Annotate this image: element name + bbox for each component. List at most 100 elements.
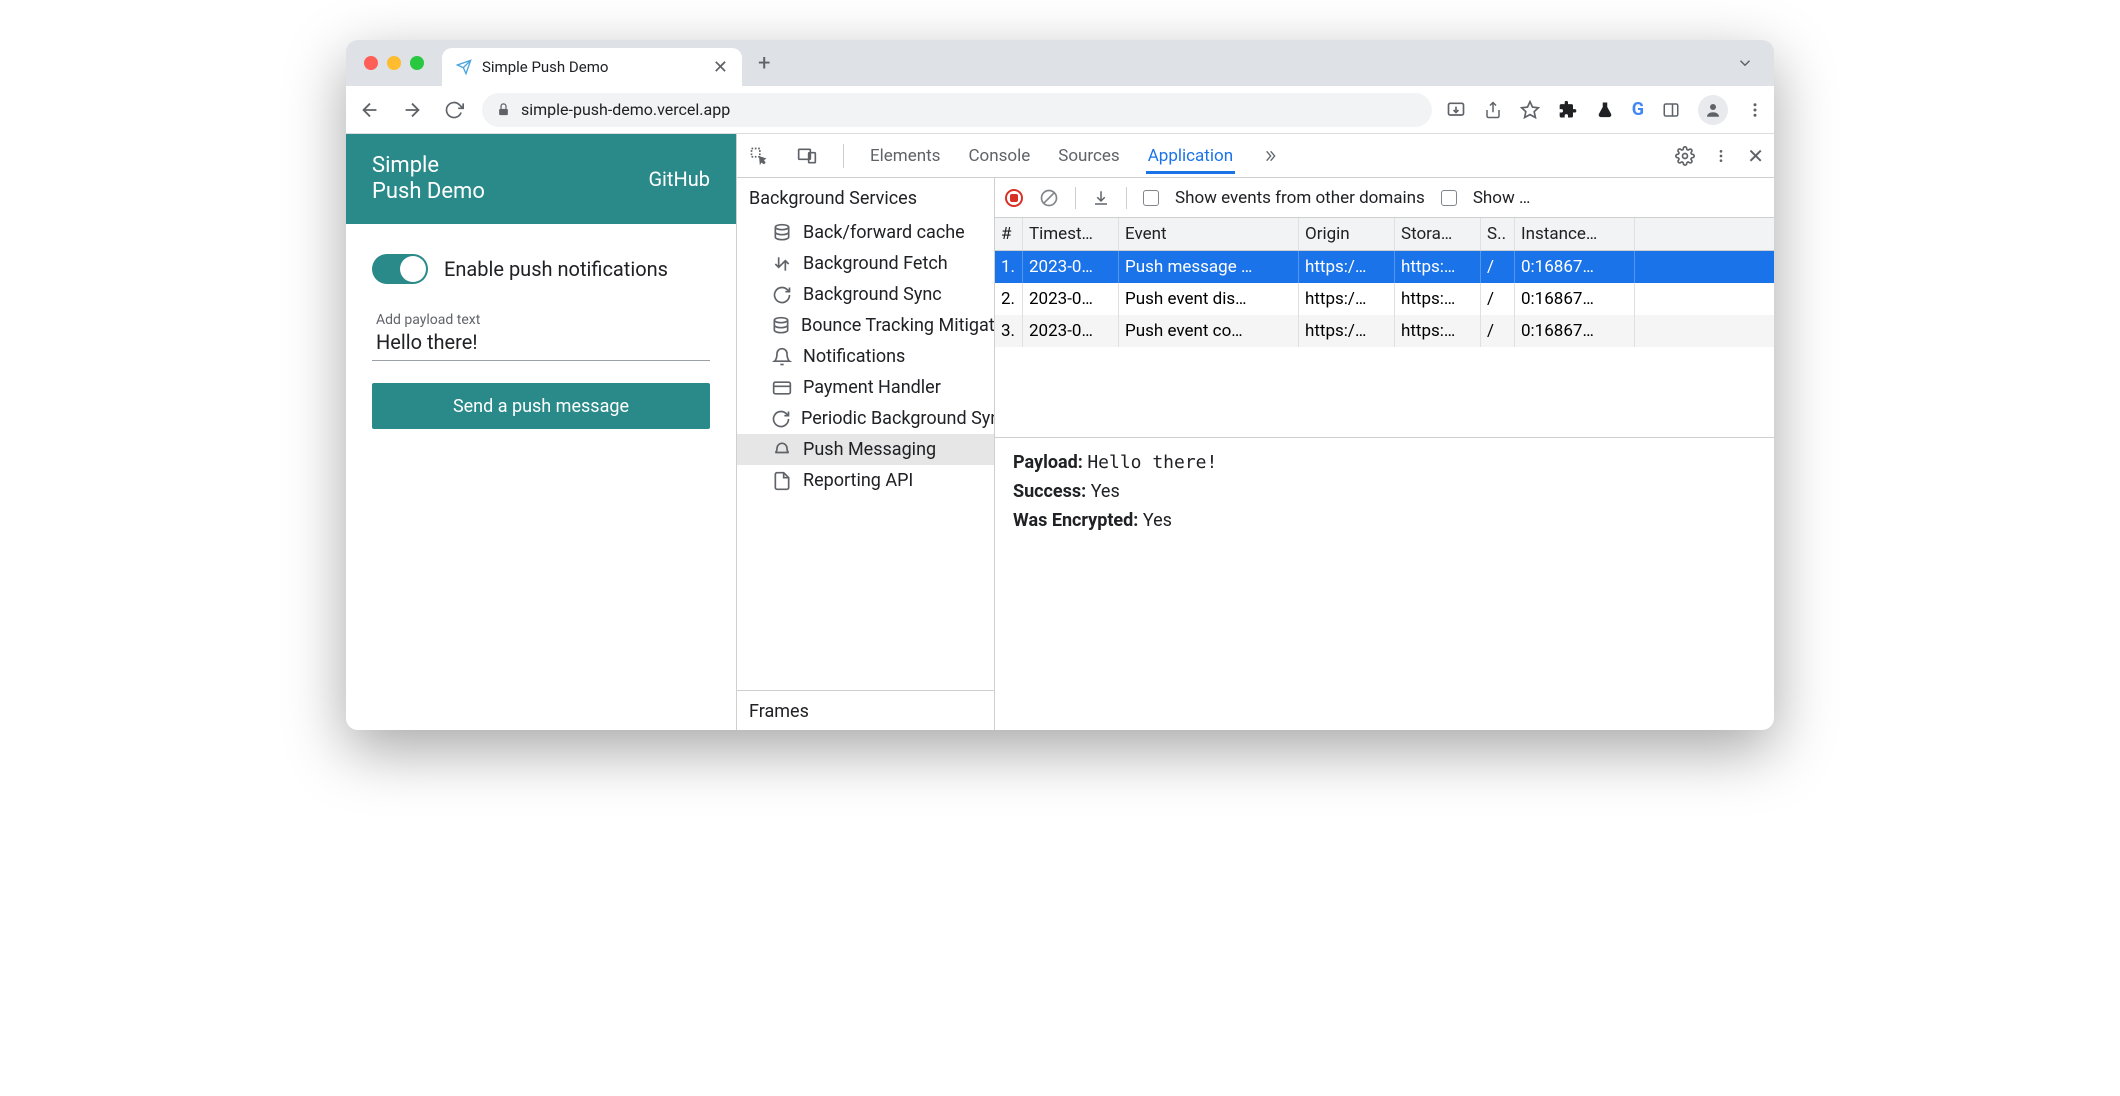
table-row[interactable]: 3.2023-0…Push event co…https:/…https:…/0… bbox=[995, 315, 1774, 347]
table-cell: / bbox=[1481, 251, 1515, 283]
column-header[interactable]: Timest… bbox=[1023, 218, 1119, 250]
show-other-domains-checkbox[interactable] bbox=[1143, 190, 1159, 206]
column-header[interactable]: Instance… bbox=[1515, 218, 1635, 250]
sidebar-item-label: Background Sync bbox=[803, 284, 942, 305]
table-row[interactable]: 2.2023-0…Push event dis…https:/…https:…/… bbox=[995, 283, 1774, 315]
send-push-button[interactable]: Send a push message bbox=[372, 383, 710, 429]
payload-input[interactable]: Add payload text Hello there! bbox=[372, 306, 710, 361]
tabs-menu-button[interactable] bbox=[1736, 54, 1754, 72]
sidebar-item[interactable]: Periodic Background Sync bbox=[737, 403, 994, 434]
devtools-panel: Elements Console Sources Application ✕ B… bbox=[736, 134, 1774, 730]
close-window-button[interactable] bbox=[364, 56, 378, 70]
menu-icon[interactable] bbox=[1746, 101, 1764, 119]
devtools-tabbar: Elements Console Sources Application ✕ bbox=[737, 134, 1774, 178]
sidebar-section-frames: Frames bbox=[737, 690, 994, 730]
record-button[interactable] bbox=[1005, 189, 1023, 207]
github-link[interactable]: GitHub bbox=[648, 167, 710, 191]
table-cell: https:… bbox=[1395, 315, 1481, 347]
browser-tab[interactable]: Simple Push Demo ✕ bbox=[442, 48, 742, 86]
back-button[interactable] bbox=[356, 96, 384, 124]
browser-tabstrip: Simple Push Demo ✕ + bbox=[346, 40, 1774, 86]
show-other-domains-label: Show events from other domains bbox=[1175, 188, 1425, 208]
payload-placeholder: Add payload text bbox=[376, 312, 706, 328]
page-title-line1: Simple bbox=[372, 153, 485, 179]
detail-success-value: Yes bbox=[1091, 481, 1120, 502]
show-label-2: Show … bbox=[1473, 188, 1531, 208]
sidebar-item-label: Background Fetch bbox=[803, 253, 948, 274]
event-detail: Payload: Hello there! Success: Yes Was E… bbox=[995, 438, 1774, 545]
sidebar-item-icon bbox=[771, 471, 793, 491]
notifications-toggle[interactable] bbox=[372, 254, 428, 284]
table-cell: Push message … bbox=[1119, 251, 1299, 283]
detail-payload-value: Hello there! bbox=[1087, 452, 1217, 473]
clear-button[interactable] bbox=[1039, 188, 1059, 208]
show-checkbox-2[interactable] bbox=[1441, 190, 1457, 206]
sidebar-item[interactable]: Background Sync bbox=[737, 279, 994, 310]
tab-application[interactable]: Application bbox=[1146, 138, 1235, 174]
address-bar[interactable]: simple-push-demo.vercel.app bbox=[482, 93, 1432, 127]
sidebar-item[interactable]: Payment Handler bbox=[737, 372, 994, 403]
column-header[interactable]: Stora… bbox=[1395, 218, 1481, 250]
forward-button[interactable] bbox=[398, 96, 426, 124]
labs-icon[interactable] bbox=[1596, 101, 1614, 119]
new-tab-button[interactable]: + bbox=[758, 51, 770, 76]
more-tabs-icon[interactable] bbox=[1259, 148, 1281, 164]
reload-button[interactable] bbox=[440, 96, 468, 124]
extensions-icon[interactable] bbox=[1558, 100, 1578, 120]
paper-plane-icon bbox=[456, 59, 472, 75]
sidebar-item[interactable]: Background Fetch bbox=[737, 248, 994, 279]
close-tab-icon[interactable]: ✕ bbox=[713, 57, 728, 78]
tab-elements[interactable]: Elements bbox=[868, 138, 942, 174]
table-cell: 1. bbox=[995, 251, 1023, 283]
column-header[interactable]: Origin bbox=[1299, 218, 1395, 250]
payload-value: Hello there! bbox=[376, 330, 706, 354]
minimize-window-button[interactable] bbox=[387, 56, 401, 70]
kebab-menu-icon[interactable] bbox=[1713, 148, 1729, 164]
column-header[interactable]: S.. bbox=[1481, 218, 1515, 250]
table-cell: 0:16867… bbox=[1515, 283, 1635, 315]
share-icon[interactable] bbox=[1484, 101, 1502, 119]
detail-payload-label: Payload: bbox=[1013, 452, 1083, 473]
column-header[interactable]: Event bbox=[1119, 218, 1299, 250]
sidebar-section-background-services: Background Services bbox=[737, 178, 994, 217]
sidebar-item-label: Notifications bbox=[803, 346, 905, 367]
detail-encrypted-label: Was Encrypted: bbox=[1013, 510, 1138, 531]
install-icon[interactable] bbox=[1446, 100, 1466, 120]
sidebar-item-icon bbox=[771, 347, 793, 367]
table-cell: / bbox=[1481, 283, 1515, 315]
table-cell: Push event co… bbox=[1119, 315, 1299, 347]
sidebar-item-icon bbox=[771, 440, 793, 460]
side-panel-icon[interactable] bbox=[1662, 101, 1680, 119]
url-text: simple-push-demo.vercel.app bbox=[521, 100, 730, 119]
table-cell: Push event dis… bbox=[1119, 283, 1299, 315]
window-controls bbox=[364, 56, 424, 70]
download-icon[interactable] bbox=[1092, 189, 1110, 207]
table-cell: 0:16867… bbox=[1515, 251, 1635, 283]
sidebar-item[interactable]: Push Messaging bbox=[737, 434, 994, 465]
table-cell: 0:16867… bbox=[1515, 315, 1635, 347]
table-cell: 2023-0… bbox=[1023, 283, 1119, 315]
google-icon[interactable]: G bbox=[1632, 99, 1644, 120]
table-cell: 2. bbox=[995, 283, 1023, 315]
sidebar-item-label: Payment Handler bbox=[803, 377, 941, 398]
browser-toolbar: simple-push-demo.vercel.app G bbox=[346, 86, 1774, 134]
tab-sources[interactable]: Sources bbox=[1056, 138, 1121, 174]
device-toolbar-icon[interactable] bbox=[795, 146, 819, 166]
column-header[interactable]: # bbox=[995, 218, 1023, 250]
tab-console[interactable]: Console bbox=[966, 138, 1032, 174]
sidebar-item[interactable]: Bounce Tracking Mitigations bbox=[737, 310, 994, 341]
settings-icon[interactable] bbox=[1675, 146, 1695, 166]
page-title-line2: Push Demo bbox=[372, 179, 485, 205]
maximize-window-button[interactable] bbox=[410, 56, 424, 70]
sidebar-item[interactable]: Notifications bbox=[737, 341, 994, 372]
webpage-viewport: Simple Push Demo GitHub Enable push noti… bbox=[346, 134, 736, 730]
bookmark-star-icon[interactable] bbox=[1520, 100, 1540, 120]
close-devtools-icon[interactable]: ✕ bbox=[1747, 144, 1764, 168]
sidebar-item[interactable]: Back/forward cache bbox=[737, 217, 994, 248]
sidebar-item[interactable]: Reporting API bbox=[737, 465, 994, 496]
table-cell: 2023-0… bbox=[1023, 251, 1119, 283]
inspect-icon[interactable] bbox=[747, 146, 771, 166]
table-row[interactable]: 1.2023-0…Push message …https:/…https:…/0… bbox=[995, 251, 1774, 283]
sidebar-item-icon bbox=[771, 378, 793, 398]
profile-avatar[interactable] bbox=[1698, 95, 1728, 125]
